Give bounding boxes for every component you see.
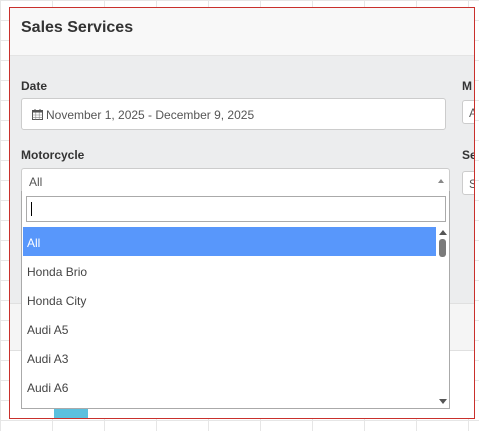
dialog-title: Sales Services [21, 19, 134, 36]
option-audi-a6[interactable]: Audi A6 [23, 372, 437, 401]
option-list: All Honda Brio Honda City Audi A5 Audi A… [23, 227, 437, 407]
option-honda-city[interactable]: Honda City [23, 285, 437, 314]
option-audi-a3[interactable]: Audi A3 [23, 343, 437, 372]
motorcycle-selected-value: All [29, 175, 43, 189]
scroll-up-icon[interactable] [439, 230, 447, 235]
text-cursor [31, 202, 32, 216]
date-range-input[interactable]: November 1, 2025 - December 9, 2025 [21, 98, 446, 130]
option-audi-a5[interactable]: Audi A5 [23, 314, 437, 343]
motorcycle-select[interactable]: All [21, 168, 450, 192]
right-field-label-2: Se [462, 148, 474, 162]
motorcycle-dropdown: All Honda Brio Honda City Audi A5 Audi A… [21, 191, 450, 409]
motorcycle-label: Motorcycle [21, 148, 85, 162]
scroll-down-icon[interactable] [439, 399, 447, 404]
scrollbar-thumb[interactable] [439, 239, 446, 257]
option-all[interactable]: All [23, 227, 437, 256]
right-field-label-1: M [462, 79, 472, 93]
date-range-value: November 1, 2025 - December 9, 2025 [46, 108, 255, 122]
right-field-input-1[interactable]: A [462, 100, 474, 124]
sales-services-dialog: Sales Services Date November 1, 2025 - D… [9, 7, 475, 419]
option-list-scrollbar[interactable] [436, 227, 449, 408]
date-label: Date [21, 79, 48, 93]
option-honda-brio[interactable]: Honda Brio [23, 256, 437, 285]
dialog-header: Sales Services [10, 8, 474, 56]
motorcycle-search-input[interactable] [26, 196, 446, 222]
right-field-input-2[interactable]: S [462, 171, 474, 195]
calendar-icon [32, 109, 43, 123]
status-badge [54, 409, 88, 418]
chevron-up-icon [438, 179, 444, 183]
